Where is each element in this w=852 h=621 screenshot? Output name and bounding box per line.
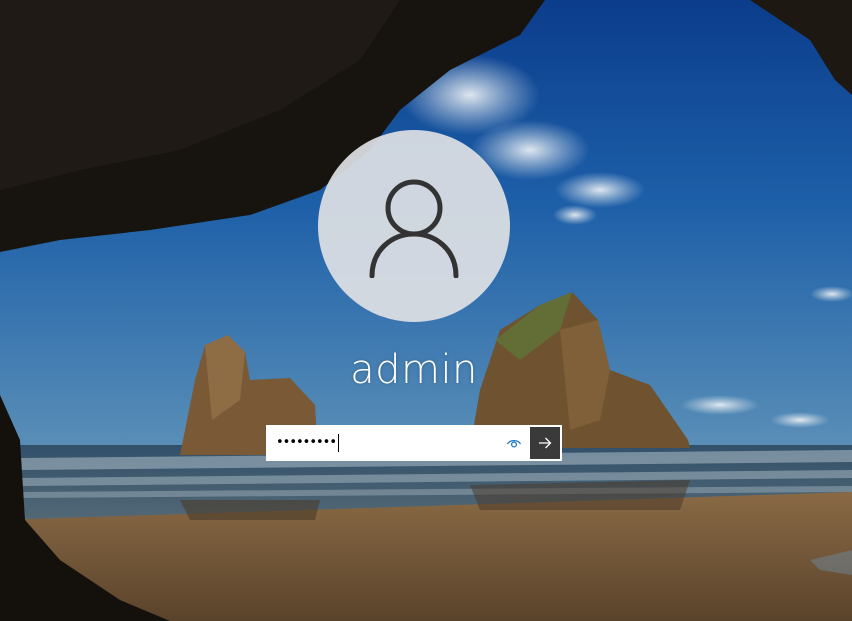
password-field[interactable]: ••••••••• xyxy=(266,425,530,461)
text-caret xyxy=(338,434,340,452)
user-silhouette-icon xyxy=(369,179,459,278)
user-avatar xyxy=(318,130,510,322)
submit-button[interactable] xyxy=(530,425,562,461)
password-masked-value: ••••••••• xyxy=(276,435,337,450)
arrow-right-icon xyxy=(539,437,552,449)
lock-screen: admin ••••••••• xyxy=(0,0,852,621)
eye-icon[interactable] xyxy=(506,435,522,451)
login-row: ••••••••• xyxy=(266,425,562,461)
username-label: admin xyxy=(350,347,478,393)
